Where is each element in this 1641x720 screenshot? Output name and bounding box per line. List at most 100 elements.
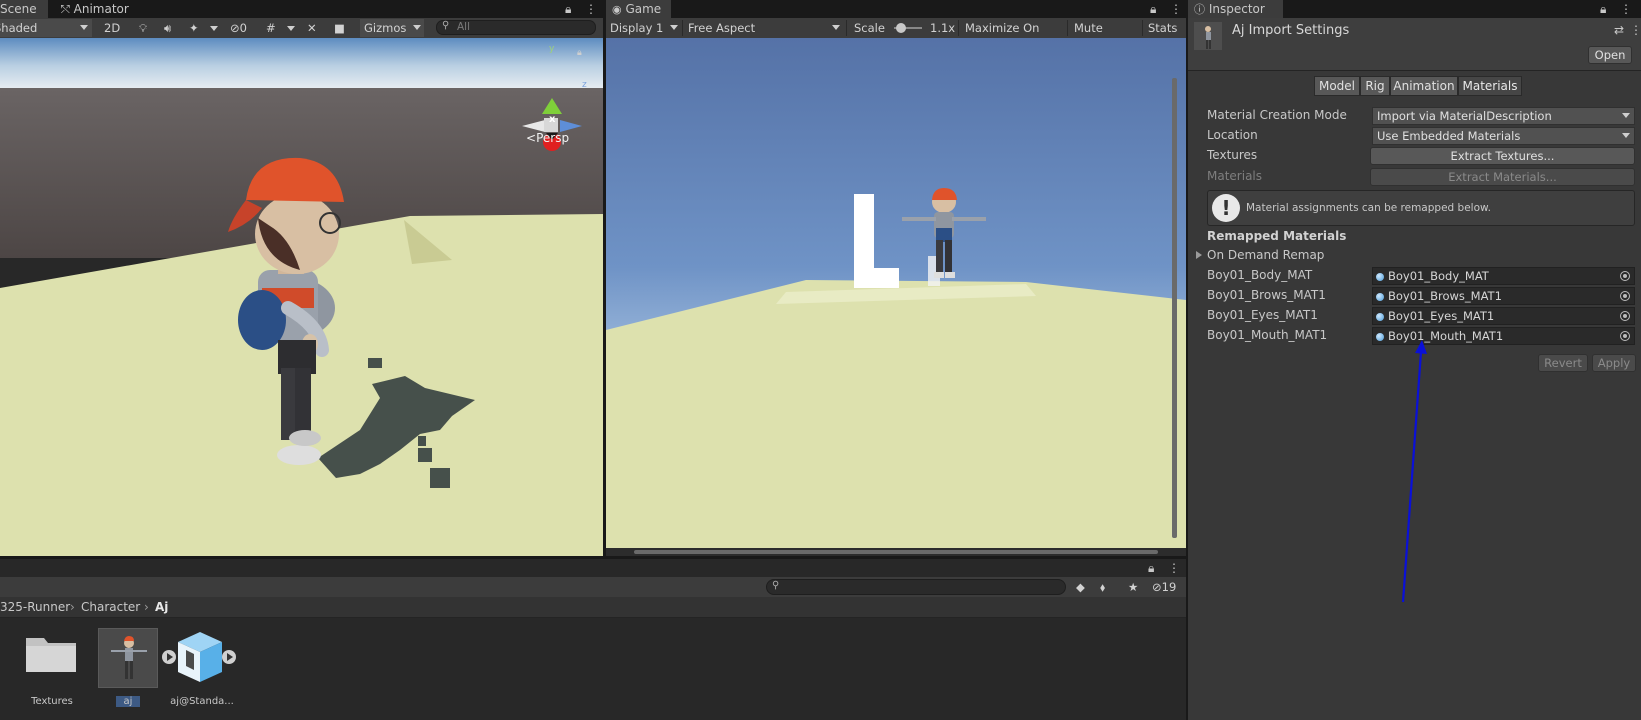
camera-dropdown[interactable]: ■ [330, 19, 356, 49]
settings-sliders-icon[interactable]: ⇄ [1614, 23, 1624, 37]
effects-dropdown[interactable] [206, 19, 218, 37]
breadcrumb-item-label: Aj [155, 600, 169, 614]
object-picker-icon[interactable] [1620, 291, 1630, 301]
extract-textures-label: Extract Textures... [1450, 149, 1555, 163]
lock-icon[interactable]: 🔒︎ [1148, 559, 1164, 577]
toggle-2d-label: 2D [104, 21, 121, 35]
toolbar-separator [958, 20, 959, 36]
revert-button[interactable]: Revert [1538, 354, 1588, 372]
extract-textures-button[interactable]: Extract Textures... [1370, 147, 1635, 165]
material-object-field[interactable]: Boy01_Body_MAT [1372, 267, 1635, 285]
scene-toolbar: Shaded 2D 💡︎ 🔊︎ ✦ ⊘0 # ✕ ■ Gizmos ⚲ All [0, 18, 603, 49]
aspect-dropdown[interactable]: Free Aspect [684, 19, 844, 37]
search-by-type-icon[interactable]: ◆ [1072, 578, 1092, 596]
scale-label: Scale [854, 21, 885, 35]
object-picker-icon[interactable] [1620, 311, 1630, 321]
scale-slider[interactable]: Scale 1.1x [850, 19, 956, 37]
breadcrumb-item[interactable]: Character [81, 600, 140, 614]
on-demand-remap-foldout[interactable]: On Demand Remap [1196, 248, 1324, 262]
favorite-star-icon[interactable]: ★ [1124, 578, 1144, 596]
asset-item-selected[interactable]: aj [96, 628, 176, 714]
lock-icon[interactable]: 🔒︎ [1600, 0, 1616, 18]
scale-thumb[interactable] [896, 23, 906, 33]
tab-animation[interactable]: Animation [1390, 76, 1458, 96]
asset-label: Textures [31, 696, 73, 707]
material-object-field[interactable]: Boy01_Brows_MAT1 [1372, 287, 1635, 305]
materials-label: Materials [1207, 169, 1263, 183]
more-menu-icon[interactable]: ⋮ [1168, 559, 1180, 577]
breadcrumb-item-label: 325-Runner [0, 600, 71, 614]
object-picker-icon[interactable] [1620, 271, 1630, 281]
tab-game-label: Game [625, 2, 662, 16]
scene-viewport[interactable]: y z x 🔒︎ <Persp [0, 38, 603, 556]
aspect-value: Free Aspect [688, 21, 756, 35]
revert-label: Revert [1544, 356, 1582, 370]
more-menu-icon[interactable]: ⋮ [1620, 0, 1632, 18]
asset-item[interactable]: Textures [20, 628, 84, 714]
search-icon: ⚲ [442, 20, 450, 31]
open-button[interactable]: Open [1588, 46, 1632, 64]
tab-scene[interactable]: Scene [0, 0, 48, 18]
toggle-2d-button[interactable]: 2D [100, 19, 124, 37]
more-menu-icon[interactable]: ⋮ [585, 0, 597, 18]
textures-label: Textures [1207, 148, 1258, 162]
tab-animator[interactable]: ⤲ Animator [55, 0, 135, 18]
tools-icon[interactable]: ✕ [303, 19, 321, 37]
tab-rig[interactable]: Rig [1360, 76, 1390, 96]
shading-mode-dropdown[interactable]: Shaded [0, 19, 92, 37]
hidden-packages-toggle[interactable]: ⊘19 [1148, 578, 1186, 596]
grid-toggle-icon[interactable]: # [262, 19, 280, 37]
asset-label: aj@Standa... [170, 696, 234, 707]
remap-row-label: Boy01_Mouth_MAT1 [1207, 328, 1328, 342]
project-assets-grid: Textures aj aj@Standa... [0, 618, 1186, 720]
grid-dropdown[interactable] [283, 19, 295, 37]
lock-icon[interactable]: 🔒︎ [1150, 0, 1166, 18]
apply-button[interactable]: Apply [1592, 354, 1636, 372]
material-object-field[interactable]: Boy01_Eyes_MAT1 [1372, 307, 1635, 325]
expand-arrow-icon[interactable] [222, 650, 236, 664]
display-dropdown[interactable]: Display 1 [606, 19, 680, 37]
audio-toggle-icon[interactable]: 🔊︎ [160, 19, 178, 37]
more-menu-icon[interactable]: ⋮ [1170, 0, 1182, 18]
object-picker-icon[interactable] [1620, 331, 1630, 341]
extract-materials-button[interactable]: Extract Materials... [1370, 168, 1635, 186]
tab-model[interactable]: Model [1314, 76, 1360, 96]
project-search-input[interactable]: ⚲ [766, 579, 1066, 595]
open-button-label: Open [1594, 48, 1626, 62]
location-value: Use Embedded Materials [1377, 129, 1521, 143]
maximize-on-play-toggle[interactable]: Maximize On Play [961, 19, 1065, 53]
game-viewport[interactable] [606, 38, 1186, 556]
mute-audio-toggle[interactable]: Mute Audio [1070, 19, 1140, 53]
gizmo-y-label: y [549, 44, 555, 54]
tab-materials[interactable]: Materials [1458, 76, 1522, 96]
stats-toggle[interactable]: Stats [1144, 19, 1186, 37]
scene-visibility-toggle[interactable]: ⊘0 [226, 19, 256, 37]
breadcrumb-item-current[interactable]: Aj [155, 600, 168, 614]
material-creation-mode-dropdown[interactable]: Import via MaterialDescription [1372, 107, 1635, 125]
projection-toggle[interactable]: <Persp [526, 131, 569, 145]
breadcrumb-item[interactable]: 325-Runner [0, 600, 70, 614]
gizmo-lock-icon[interactable]: 🔒︎ [577, 48, 582, 58]
tab-inspector[interactable]: ⓘ Inspector [1188, 0, 1283, 18]
effects-toggle-icon[interactable]: ✦ [185, 19, 203, 37]
animator-icon: ⤲ [61, 3, 70, 16]
asset-item[interactable]: aj@Standa... [170, 628, 250, 714]
location-label: Location [1207, 128, 1258, 142]
scene-search-input[interactable]: ⚲ All [436, 20, 596, 35]
model-thumbnail [98, 628, 158, 688]
more-menu-icon[interactable]: ⋮ [1630, 23, 1641, 37]
tab-game[interactable]: ◉ Game [606, 0, 671, 18]
extract-materials-label: Extract Materials... [1448, 170, 1557, 184]
chevron-down-icon [832, 25, 840, 30]
search-by-label-icon[interactable]: ⬧ [1096, 578, 1116, 596]
hidden-packages-count: 19 [1161, 580, 1177, 594]
import-subtabs: Model Rig Animation Materials [1314, 76, 1522, 96]
lighting-toggle-icon[interactable]: 💡︎ [135, 19, 153, 37]
gizmos-label: Gizmos [364, 21, 407, 35]
chevron-down-icon [413, 25, 421, 30]
gizmos-dropdown[interactable]: Gizmos [360, 19, 424, 37]
material-icon [1376, 312, 1384, 321]
lock-icon[interactable]: 🔒︎ [565, 0, 581, 18]
location-dropdown[interactable]: Use Embedded Materials [1372, 127, 1635, 145]
perspective-icon: < [526, 131, 537, 145]
